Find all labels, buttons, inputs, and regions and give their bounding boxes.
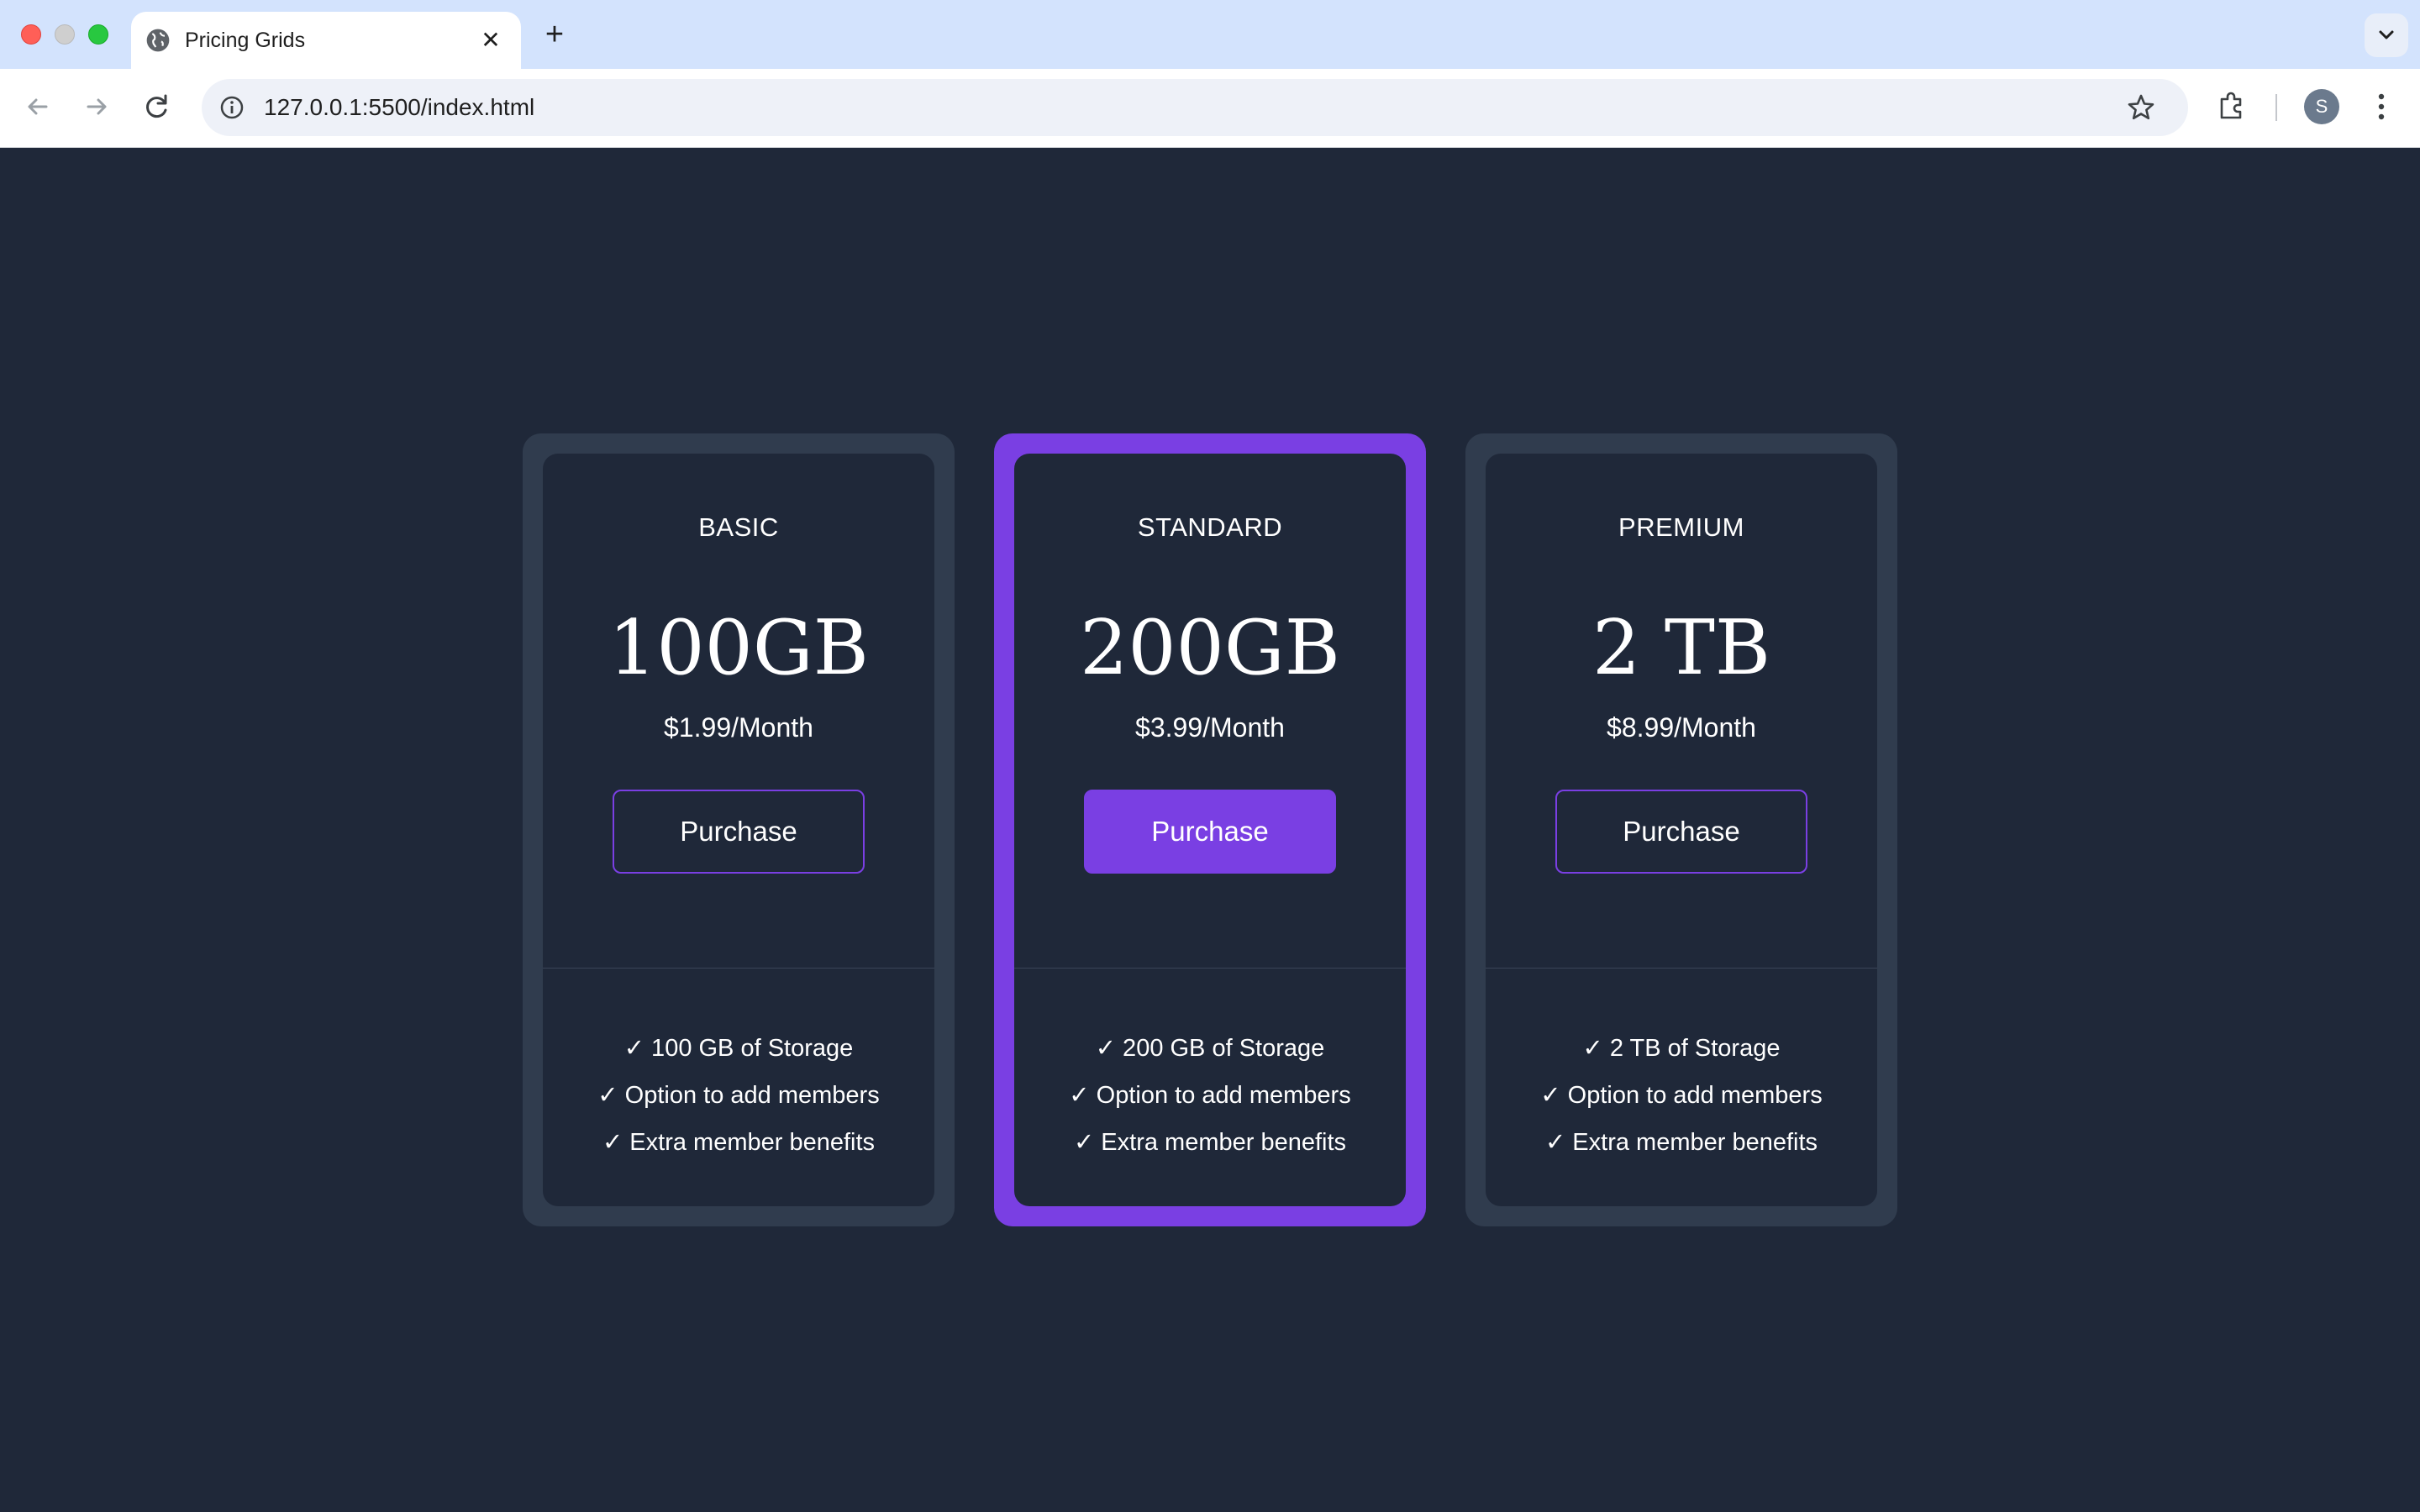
feature-item: ✓ Extra member benefits xyxy=(1544,1129,1818,1156)
feature-list: ✓ 2 TB of Storage ✓ Option to add member… xyxy=(1486,1025,1877,1166)
tab-title: Pricing Grids xyxy=(185,29,306,52)
site-info-icon[interactable] xyxy=(218,94,245,121)
feature-item: ✓ 100 GB of Storage xyxy=(623,1035,854,1062)
page-viewport: BASIC 100GB $1.99/Month Purchase ✓ 100 G… xyxy=(0,148,2420,1512)
close-window-button[interactable] xyxy=(21,24,41,45)
plan-name: STANDARD xyxy=(1137,512,1283,542)
forward-arrow-icon[interactable] xyxy=(77,87,116,126)
feature-list: ✓ 100 GB of Storage ✓ Option to add memb… xyxy=(543,1025,934,1166)
purchase-button-premium[interactable]: Purchase xyxy=(1555,790,1807,874)
browser-tab-strip: Pricing Grids ✕ + xyxy=(0,0,2420,69)
tab-search-button[interactable] xyxy=(2365,13,2408,57)
feature-item: ✓ Option to add members xyxy=(597,1082,880,1109)
minimize-window-button[interactable] xyxy=(55,24,75,45)
browser-toolbar: 127.0.0.1:5500/index.html S xyxy=(0,69,2420,148)
chevron-down-icon xyxy=(2379,30,2394,39)
pricing-card-premium: PREMIUM 2 TB $8.99/Month Purchase ✓ 2 TB… xyxy=(1465,433,1897,1226)
pricing-grid: BASIC 100GB $1.99/Month Purchase ✓ 100 G… xyxy=(523,433,1897,1226)
feature-item: ✓ Option to add members xyxy=(1069,1082,1351,1109)
address-bar[interactable]: 127.0.0.1:5500/index.html xyxy=(202,79,2188,136)
back-arrow-icon[interactable] xyxy=(18,87,57,126)
divider xyxy=(1014,968,1406,969)
pricing-card-basic: BASIC 100GB $1.99/Month Purchase ✓ 100 G… xyxy=(523,433,955,1226)
card-body: STANDARD 200GB $3.99/Month Purchase ✓ 20… xyxy=(1014,454,1406,1206)
plan-name: BASIC xyxy=(698,512,779,542)
plan-name: PREMIUM xyxy=(1618,512,1744,542)
feature-item: ✓ 2 TB of Storage xyxy=(1582,1035,1781,1062)
pricing-card-standard: STANDARD 200GB $3.99/Month Purchase ✓ 20… xyxy=(994,433,1426,1226)
feature-item: ✓ 200 GB of Storage xyxy=(1095,1035,1325,1062)
url-text[interactable]: 127.0.0.1:5500/index.html xyxy=(264,79,534,136)
divider xyxy=(543,968,934,969)
bookmark-star-icon[interactable] xyxy=(2126,92,2156,123)
plan-price: $3.99/Month xyxy=(1135,712,1285,743)
plan-storage: 2 TB xyxy=(1591,604,1771,692)
maximize-window-button[interactable] xyxy=(88,24,108,45)
browser-tab[interactable]: Pricing Grids ✕ xyxy=(131,12,521,69)
more-options-icon[interactable] xyxy=(2365,89,2398,124)
divider xyxy=(1486,968,1877,969)
reload-icon[interactable] xyxy=(138,87,176,126)
feature-item: ✓ Option to add members xyxy=(1540,1082,1823,1109)
toolbar-separator xyxy=(2275,94,2277,121)
purchase-button-basic[interactable]: Purchase xyxy=(613,790,865,874)
extensions-puzzle-icon[interactable] xyxy=(2215,89,2249,123)
new-tab-button[interactable]: + xyxy=(538,18,571,52)
card-body: BASIC 100GB $1.99/Month Purchase ✓ 100 G… xyxy=(543,454,934,1206)
profile-avatar[interactable]: S xyxy=(2304,89,2339,124)
plan-storage: 100GB xyxy=(608,604,869,692)
card-body: PREMIUM 2 TB $8.99/Month Purchase ✓ 2 TB… xyxy=(1486,454,1877,1206)
feature-item: ✓ Extra member benefits xyxy=(1073,1129,1347,1156)
feature-list: ✓ 200 GB of Storage ✓ Option to add memb… xyxy=(1014,1025,1406,1166)
purchase-button-standard[interactable]: Purchase xyxy=(1084,790,1336,874)
close-tab-icon[interactable]: ✕ xyxy=(477,27,504,54)
plan-price: $1.99/Month xyxy=(664,712,813,743)
plan-price: $8.99/Month xyxy=(1607,712,1756,743)
plan-storage: 200GB xyxy=(1080,604,1340,692)
globe-icon xyxy=(146,29,170,52)
feature-item: ✓ Extra member benefits xyxy=(602,1129,876,1156)
